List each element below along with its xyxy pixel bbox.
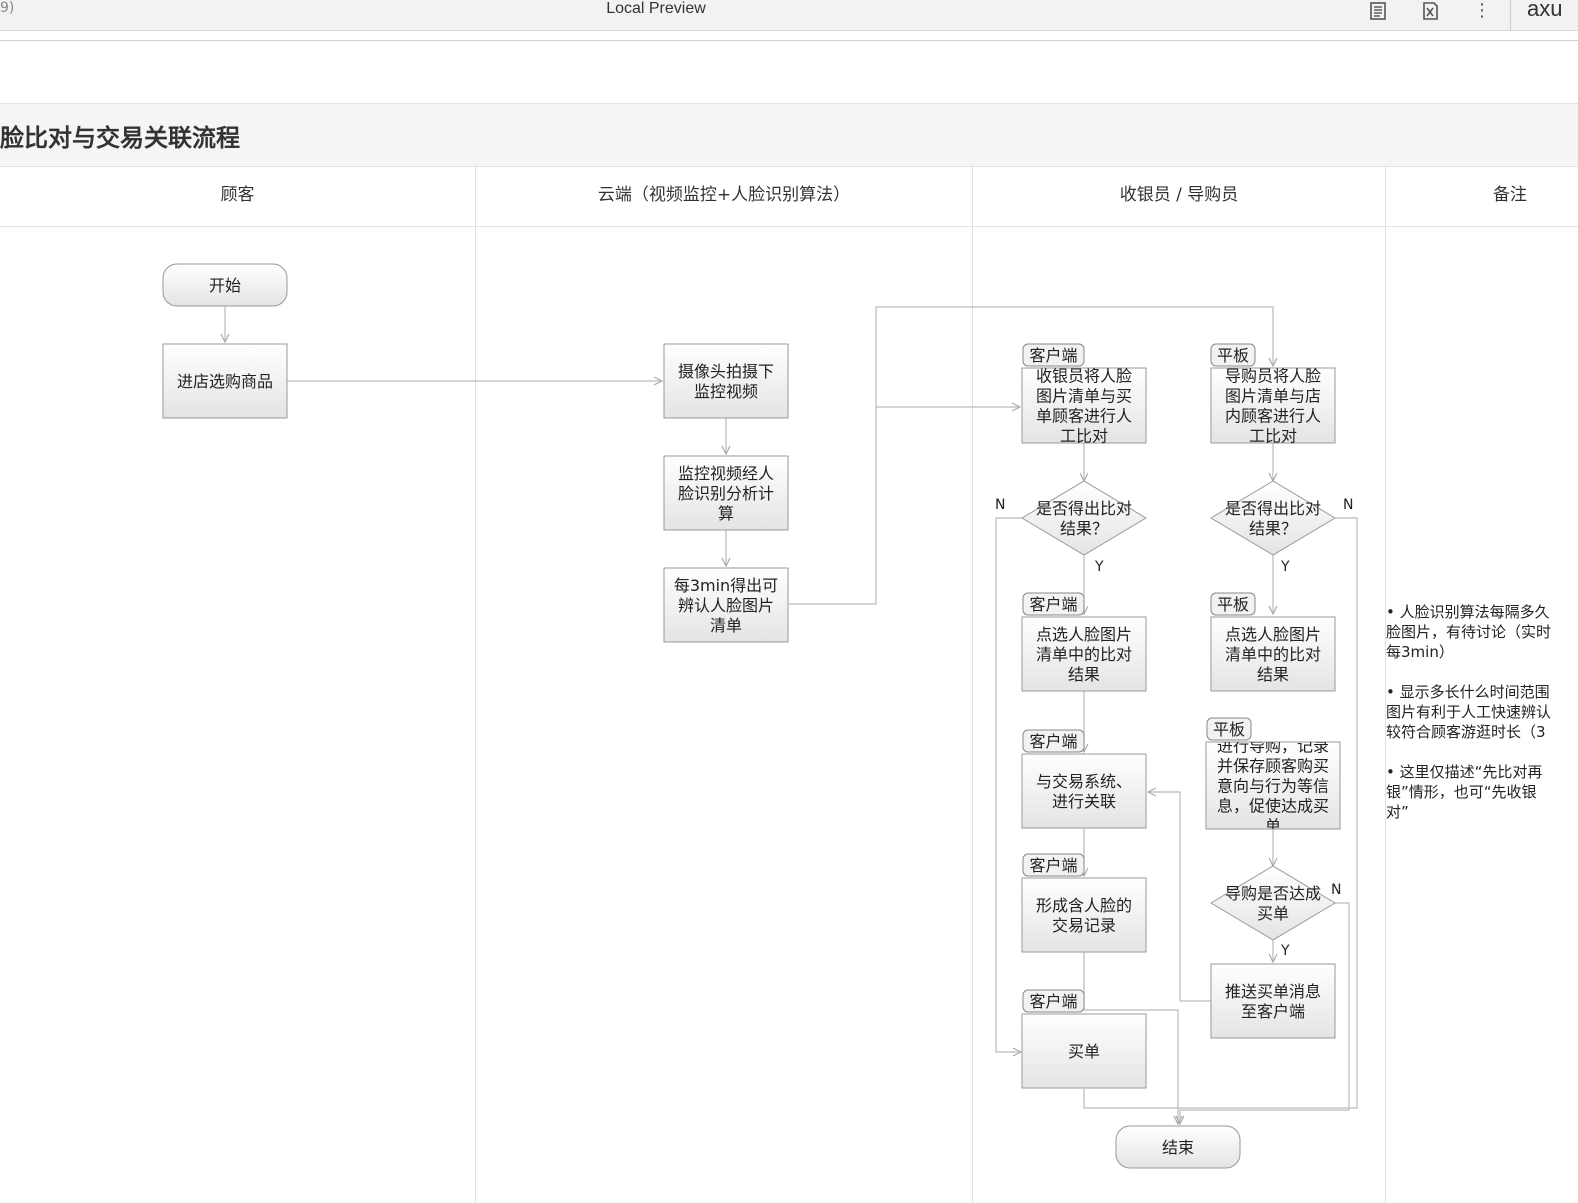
step-push-message: 推送买单消息至客户端 bbox=[1210, 963, 1336, 1039]
client-tag: 客户端 bbox=[1022, 853, 1085, 877]
step-face-analysis: 监控视频经人脸识别分析计算 bbox=[663, 455, 789, 531]
step-pay-label: 买单 bbox=[1068, 1042, 1100, 1061]
client-tag: 客户端 bbox=[1022, 343, 1085, 367]
tablet-tag: 平板 bbox=[1210, 592, 1256, 616]
decision-guide-result: 是否得出比对结果？ bbox=[1210, 480, 1336, 556]
tablet-tag: 平板 bbox=[1210, 343, 1256, 367]
label-no: N bbox=[1343, 497, 1353, 513]
label-no: N bbox=[995, 497, 1005, 513]
step-cashier-compare: 收银员将人脸图片清单与买单顾客进行人工比对 bbox=[1021, 367, 1147, 444]
step-form-record: 形成含人脸的交易记录 bbox=[1021, 877, 1147, 953]
step-enter-store-label: 进店选购商品 bbox=[177, 372, 273, 391]
step-guide-compare: 导购员将人脸图片清单与店内顾客进行人工比对 bbox=[1210, 367, 1336, 444]
end-node: 结束 bbox=[1115, 1125, 1241, 1169]
step-face-list: 每3min得出可辨认人脸图片清单 bbox=[663, 567, 789, 643]
client-tag-label: 客户端 bbox=[1029, 595, 1077, 614]
step-enter-store: 进店选购商品 bbox=[162, 343, 288, 419]
label-yes: Y bbox=[1094, 559, 1104, 575]
decision-deal: 导购是否达成买单 bbox=[1210, 865, 1336, 941]
start-node-label: 开始 bbox=[209, 276, 241, 295]
client-tag-label: 客户端 bbox=[1029, 856, 1077, 875]
step-link-trade: 与交易系统、进行关联 bbox=[1021, 753, 1147, 829]
step-camera: 摄像头拍摄下监控视频 bbox=[663, 343, 789, 419]
client-tag-label: 客户端 bbox=[1029, 992, 1077, 1011]
client-tag-label: 客户端 bbox=[1029, 346, 1077, 365]
tablet-tag-label: 平板 bbox=[1217, 346, 1249, 365]
label-yes: Y bbox=[1280, 559, 1290, 575]
note-item: • 人脸识别算法每隔多久 脸图片，有待讨论（实时 每3min） bbox=[1386, 603, 1552, 661]
step-cashier-select: 点选人脸图片清单中的比对结果 bbox=[1021, 616, 1147, 692]
tablet-tag-label: 平板 bbox=[1217, 595, 1249, 614]
client-tag-label: 客户端 bbox=[1029, 732, 1077, 751]
start-node: 开始 bbox=[162, 263, 288, 307]
client-tag: 客户端 bbox=[1022, 989, 1085, 1013]
label-no: N bbox=[1331, 882, 1341, 898]
connector bbox=[995, 517, 1023, 1052]
tablet-tag: 平板 bbox=[1206, 717, 1252, 741]
step-guide-record: 进行导购，记录并保存顾客购买意向与行为等信息，促使达成买单 bbox=[1205, 741, 1341, 830]
flowchart: 开始进店选购商品 摄像头拍摄下监控视频监控视频经人脸识别分析计算每3min得出可辨… bbox=[162, 263, 1358, 1169]
end-node-label: 结束 bbox=[1162, 1138, 1194, 1157]
step-guide-select: 点选人脸图片清单中的比对结果 bbox=[1210, 616, 1336, 692]
decision-cashier-result: 是否得出比对结果？ bbox=[1021, 480, 1147, 556]
note-item: • 这里仅描述“先比对再 银”情形，也可“先收银 对” bbox=[1386, 763, 1543, 821]
step-pay: 买单 bbox=[1021, 1013, 1147, 1089]
tablet-tag-label: 平板 bbox=[1213, 720, 1245, 739]
connector bbox=[1148, 792, 1211, 1002]
label-yes: Y bbox=[1280, 943, 1290, 959]
client-tag: 客户端 bbox=[1022, 592, 1085, 616]
note-item: • 显示多长什么时间范围 图片有利于人工快速辨认 较符合顾客游逛时长（3 bbox=[1386, 683, 1552, 741]
notes-panel: • 人脸识别算法每隔多久 脸图片，有待讨论（实时 每3min） • 显示多长什么… bbox=[1386, 602, 1578, 842]
client-tag: 客户端 bbox=[1022, 729, 1085, 753]
